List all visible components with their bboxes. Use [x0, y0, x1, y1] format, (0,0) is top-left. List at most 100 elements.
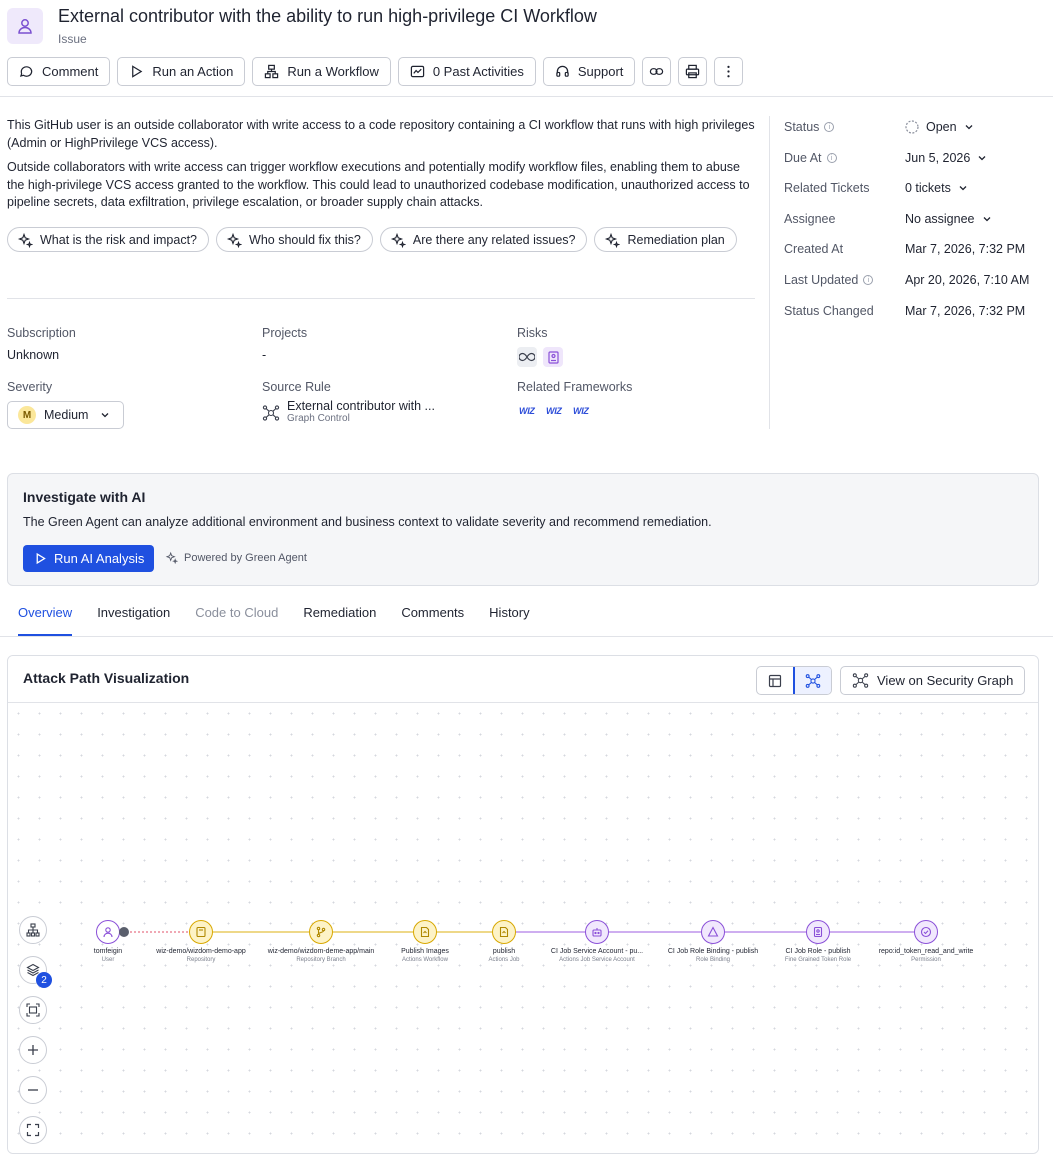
description-paragraph: This GitHub user is an outside collabora… [7, 118, 755, 150]
related-tickets-dropdown[interactable]: 0 tickets [905, 181, 968, 195]
comment-button[interactable]: Comment [7, 57, 111, 86]
source-rule-type: Graph Control [287, 413, 350, 424]
source-rule-link[interactable]: External contributor with ... [287, 399, 435, 413]
headset-icon [556, 65, 569, 77]
graph-node-permission[interactable] [914, 920, 938, 944]
support-button[interactable]: Support [542, 57, 636, 86]
wiz-framework-logo[interactable]: WIZ [519, 406, 535, 416]
graph-node-service-account[interactable] [585, 920, 609, 944]
graph-node-label: CI Job Service Account - pu... Actions Jo… [550, 948, 644, 963]
user-icon [7, 8, 43, 44]
run-ai-analysis-button[interactable]: Run AI Analysis [23, 545, 154, 572]
status-value: Open [926, 120, 957, 134]
chip-related-issues[interactable]: Are there any related issues? [379, 227, 588, 252]
play-icon [36, 552, 46, 565]
run-workflow-button[interactable]: Run a Workflow [252, 57, 391, 86]
graph-node-job[interactable] [492, 920, 516, 944]
print-button[interactable] [678, 57, 708, 86]
table-view-button[interactable] [757, 667, 794, 694]
run-action-label: Run an Action [152, 64, 234, 79]
graph-node-workflow[interactable] [413, 920, 437, 944]
graph-canvas[interactable]: 2 tomfeigin User wiz-demo/wizdom-demo-app… [8, 703, 1038, 1153]
graph-icon [852, 673, 869, 688]
view-security-graph-button[interactable]: View on Security Graph [840, 666, 1025, 695]
status-dropdown[interactable]: Open [905, 120, 974, 134]
triangle-icon [707, 926, 719, 937]
assignee-dropdown[interactable]: No assignee [905, 212, 992, 226]
activity-icon [410, 65, 425, 78]
status-changed-label: Status Changed [784, 304, 874, 318]
run-action-button[interactable]: Run an Action [117, 57, 246, 86]
graph-node-label: CI Job Role Binding - publish Role Bindin… [667, 948, 759, 963]
description-divider [7, 298, 755, 299]
header-divider [0, 96, 1053, 97]
fullscreen-button[interactable] [19, 1116, 47, 1144]
graph-edges [122, 931, 914, 933]
graph-node-label: wiz-demo/wizdom-deme-app/main Repository … [267, 948, 375, 963]
graph-node-role-binding[interactable] [701, 920, 725, 944]
open-status-icon [905, 120, 919, 134]
infinity-icon[interactable] [517, 347, 537, 367]
attack-path-header: Attack Path Visualization View on Securi… [8, 656, 1038, 703]
workflow-icon [265, 64, 279, 79]
tab-code-to-cloud[interactable]: Code to Cloud [195, 605, 278, 636]
issue-header: External contributor with the ability to… [7, 6, 1053, 46]
graph-node-branch[interactable] [309, 920, 333, 944]
fit-selection-button[interactable] [19, 996, 47, 1024]
minus-icon [28, 1089, 38, 1091]
graph-node-label: tomfeigin User [93, 948, 123, 963]
sparkle-icon [17, 232, 33, 248]
created-at-label: Created At [784, 242, 844, 256]
graph-node-role[interactable] [806, 920, 830, 944]
job-file-icon [499, 926, 509, 938]
tab-comments[interactable]: Comments [401, 605, 464, 636]
powered-by-label: Powered by Green Agent [184, 551, 307, 564]
view-toggle [756, 666, 832, 695]
tab-overview[interactable]: Overview [18, 605, 73, 636]
due-at-dropdown[interactable]: Jun 5, 2026 [905, 151, 987, 165]
info-icon: i [826, 153, 837, 163]
chevron-down-icon [983, 217, 990, 222]
graph-view-button[interactable] [792, 667, 831, 694]
copy-link-button[interactable] [642, 57, 672, 86]
description-paragraph: Outside collaborators with write access … [7, 160, 750, 209]
run-ai-analysis-label: Run AI Analysis [54, 551, 145, 566]
identity-badge-icon [813, 926, 823, 938]
hierarchy-layout-button[interactable] [19, 916, 47, 944]
tab-investigation[interactable]: Investigation [97, 605, 170, 636]
identity-badge-icon[interactable] [543, 347, 563, 367]
graph-node-label: Publish Images Actions Workflow [401, 948, 449, 963]
graph-icon [805, 673, 821, 688]
past-activities-label: 0 Past Activities [432, 64, 524, 79]
sparkle-icon [605, 232, 621, 248]
wiz-framework-logo[interactable]: WIZ [546, 406, 562, 416]
page-subtitle: Issue [58, 32, 87, 46]
graph-node-repository[interactable] [189, 920, 213, 944]
chip-label: Remediation plan [627, 232, 725, 247]
comment-label: Comment [42, 64, 99, 79]
chip-risk-impact[interactable]: What is the risk and impact? [7, 227, 210, 252]
chip-remediation-plan[interactable]: Remediation plan [594, 227, 737, 252]
chevron-down-icon [102, 413, 109, 418]
info-icon: i [824, 122, 835, 132]
more-options-button[interactable] [714, 57, 744, 86]
graph-node-label: wiz-demo/wizdom-demo-app Repository [156, 948, 246, 963]
zoom-out-button[interactable] [19, 1076, 47, 1104]
page-title: External contributor with the ability to… [58, 6, 597, 26]
related-tickets-label: Related Tickets [784, 181, 870, 195]
branch-icon [316, 926, 326, 938]
graph-node-user[interactable] [96, 920, 120, 944]
chip-label: What is the risk and impact? [40, 232, 198, 247]
last-updated-value: Apr 20, 2026, 7:10 AM [905, 273, 1030, 287]
layers-count-badge: 2 [36, 972, 52, 988]
zoom-in-button[interactable] [19, 1036, 47, 1064]
chip-who-fix[interactable]: Who should fix this? [216, 227, 373, 252]
fullscreen-icon [26, 1123, 40, 1137]
source-rule-label: Source Rule [262, 380, 331, 394]
subscription-label: Subscription [7, 326, 76, 340]
wiz-framework-logo[interactable]: WIZ [573, 406, 589, 416]
tab-history[interactable]: History [489, 605, 529, 636]
severity-dropdown[interactable]: M Medium [7, 401, 124, 429]
tab-remediation[interactable]: Remediation [303, 605, 376, 636]
past-activities-button[interactable]: 0 Past Activities [397, 57, 536, 86]
